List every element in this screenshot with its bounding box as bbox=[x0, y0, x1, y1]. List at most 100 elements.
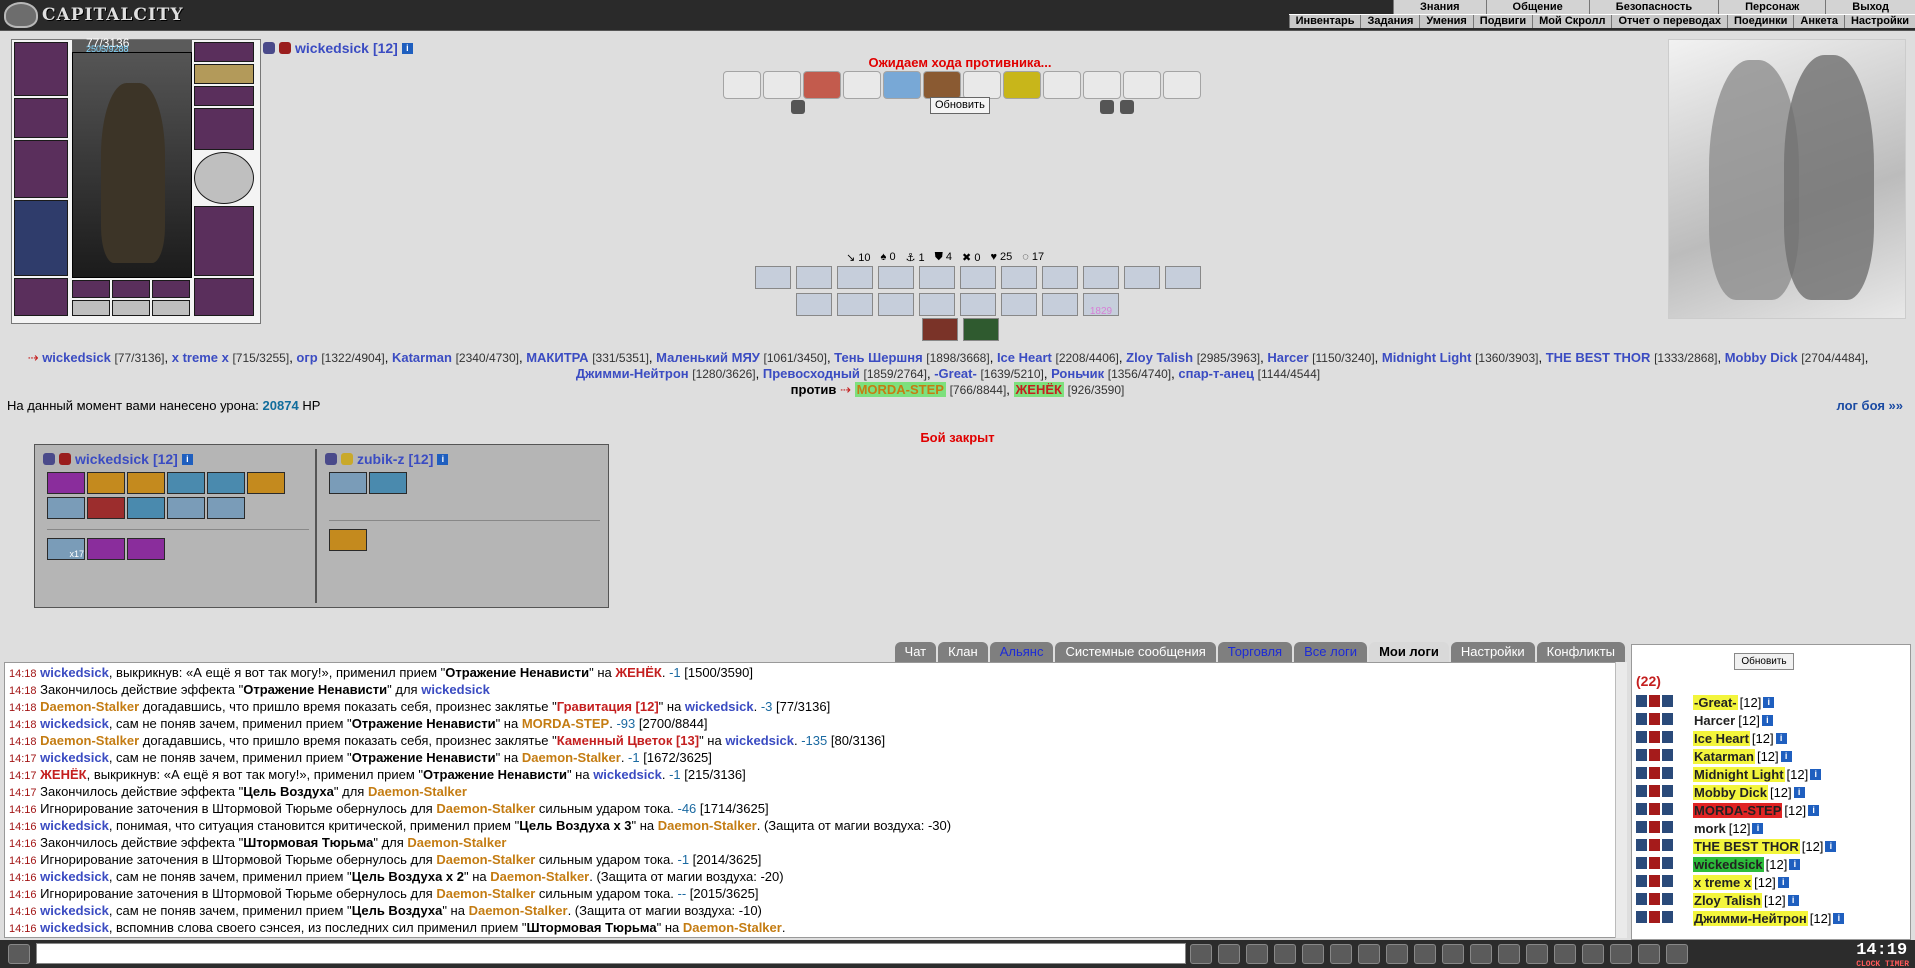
info-icon[interactable]: i bbox=[1825, 840, 1837, 852]
submenu-settings[interactable]: Настройки bbox=[1843, 15, 1915, 28]
empty-slot-3[interactable] bbox=[152, 300, 190, 316]
menu-security[interactable]: Безопасность bbox=[1588, 0, 1718, 14]
book-icon[interactable] bbox=[1358, 944, 1380, 964]
smile-icon[interactable] bbox=[1386, 944, 1408, 964]
tactic-icon[interactable] bbox=[878, 293, 914, 316]
tab-clan[interactable]: Клан bbox=[938, 642, 988, 662]
online-player-name[interactable]: Katarman bbox=[1693, 748, 1755, 764]
effect-icon[interactable] bbox=[369, 472, 407, 494]
bracer-slot[interactable] bbox=[14, 98, 68, 138]
log-fragment[interactable]: MORDA-STEP bbox=[558, 937, 645, 938]
scroll-slot[interactable] bbox=[1003, 71, 1041, 99]
tactic-icon[interactable]: 1829 bbox=[1083, 293, 1119, 317]
battle-log[interactable]: 14:18 wickedsick, выкрикнув: «А ещё я во… bbox=[4, 662, 1617, 938]
tactic-icon[interactable] bbox=[796, 293, 832, 316]
log-fragment[interactable]: Daemon-Stalker bbox=[407, 835, 506, 850]
team-member-name[interactable]: огр bbox=[296, 350, 317, 365]
bag-icon[interactable] bbox=[1498, 944, 1520, 964]
shield-icon[interactable] bbox=[1100, 100, 1114, 114]
scroll-slot[interactable] bbox=[883, 71, 921, 99]
effect-icon[interactable] bbox=[47, 472, 85, 494]
info-icon[interactable]: i bbox=[1761, 714, 1773, 726]
empty-slot-2[interactable] bbox=[112, 300, 150, 316]
chest-icon[interactable] bbox=[1526, 944, 1548, 964]
online-player-name[interactable]: Harcer bbox=[1693, 713, 1736, 728]
info-icon[interactable]: i bbox=[181, 453, 193, 465]
log-fragment[interactable]: wickedsick bbox=[40, 937, 109, 938]
log-fragment[interactable]: Daemon-Stalker bbox=[490, 869, 589, 884]
logo[interactable]: CAPITALCITY bbox=[4, 2, 184, 28]
online-player-name[interactable]: mork bbox=[1693, 821, 1727, 836]
submenu-feats[interactable]: Подвиги bbox=[1472, 15, 1532, 28]
tactic-icon[interactable] bbox=[878, 266, 914, 289]
flask-icon[interactable] bbox=[1470, 944, 1492, 964]
shield-icon[interactable] bbox=[791, 100, 805, 114]
refresh-button[interactable]: Обновить bbox=[930, 97, 990, 114]
save-icon[interactable] bbox=[1274, 944, 1296, 964]
online-player-row[interactable]: x treme x [12] i bbox=[1636, 873, 1892, 891]
shield-icon[interactable] bbox=[1638, 944, 1660, 964]
info-icon[interactable]: i bbox=[1789, 858, 1801, 870]
log-fragment[interactable]: MORDA-STEP bbox=[522, 716, 609, 731]
online-player-row[interactable]: Zloy Talish [12] i bbox=[1636, 891, 1892, 909]
info-icon[interactable]: i bbox=[1833, 912, 1845, 924]
team-member-name[interactable]: x treme x bbox=[172, 350, 229, 365]
log-fragment[interactable]: ЖЕНЁК bbox=[615, 665, 661, 680]
online-player-name[interactable]: MORDA-STEP bbox=[1693, 802, 1783, 818]
empty-slot-1[interactable] bbox=[72, 300, 110, 316]
tactic-icon[interactable] bbox=[1165, 266, 1201, 289]
team-member-name[interactable]: Mobby Dick bbox=[1725, 350, 1798, 365]
effect-icon[interactable] bbox=[207, 497, 245, 519]
rune-slot-2[interactable] bbox=[112, 280, 150, 298]
log-fragment[interactable]: wickedsick bbox=[725, 733, 794, 748]
info-icon[interactable]: i bbox=[437, 453, 449, 465]
scroll-slot[interactable] bbox=[843, 71, 881, 99]
online-player-row[interactable]: Midnight Light [12] i bbox=[1636, 765, 1892, 783]
team-member-name[interactable]: Джимми-Нейтрон bbox=[576, 366, 689, 381]
info-icon[interactable]: i bbox=[1777, 876, 1789, 888]
tab-my-logs[interactable]: Мои логи bbox=[1369, 642, 1449, 662]
tactic-icon[interactable] bbox=[1124, 266, 1160, 289]
helmet-icon[interactable] bbox=[1414, 944, 1436, 964]
log-fragment[interactable]: wickedsick bbox=[40, 869, 109, 884]
scroll-slot[interactable] bbox=[923, 71, 961, 99]
team-member-name[interactable]: Zloy Talish bbox=[1126, 350, 1193, 365]
tactic-icon[interactable] bbox=[1001, 293, 1037, 316]
scroll-icon[interactable] bbox=[1554, 944, 1576, 964]
enemy-name[interactable]: ЖЕНЁК bbox=[1013, 382, 1064, 397]
scroll-slot[interactable] bbox=[1043, 71, 1081, 99]
effect-icon[interactable] bbox=[127, 472, 165, 494]
submenu-inventory[interactable]: Инвентарь bbox=[1288, 15, 1361, 28]
log-fragment[interactable]: ЖЕНЁК bbox=[40, 767, 86, 782]
fighter-icon[interactable] bbox=[1302, 944, 1324, 964]
log-fragment[interactable]: Daemon-Stalker bbox=[40, 699, 139, 714]
tactic-icon[interactable] bbox=[1042, 293, 1078, 316]
info-icon[interactable]: i bbox=[1808, 804, 1820, 816]
gloves-slot[interactable] bbox=[194, 108, 254, 150]
battle-log-link[interactable]: лог боя »» bbox=[1836, 398, 1903, 413]
tactic-icon[interactable] bbox=[755, 266, 791, 289]
info-icon[interactable]: i bbox=[1793, 786, 1805, 798]
team-member-name[interactable]: THE BEST THOR bbox=[1546, 350, 1651, 365]
tab-chat[interactable]: Чат bbox=[894, 642, 937, 662]
online-player-row[interactable]: mork [12] i bbox=[1636, 819, 1892, 837]
info-icon[interactable]: i bbox=[1775, 732, 1787, 744]
log-fragment[interactable]: wickedsick bbox=[421, 682, 490, 697]
scroll-slot[interactable] bbox=[763, 71, 801, 99]
tactic-icon[interactable] bbox=[796, 266, 832, 289]
tactic-icon[interactable] bbox=[837, 266, 873, 289]
team-member-name[interactable]: Роньчик bbox=[1051, 366, 1104, 381]
menu-character[interactable]: Персонаж bbox=[1718, 0, 1825, 14]
tab-conflicts[interactable]: Конфликты bbox=[1536, 642, 1625, 662]
online-player-name[interactable]: Zloy Talish bbox=[1693, 892, 1762, 908]
effect-icon[interactable] bbox=[87, 472, 125, 494]
emoticon-icon[interactable] bbox=[8, 944, 30, 964]
skull-icon[interactable] bbox=[1610, 944, 1632, 964]
team-member-name[interactable]: спар-т-анец bbox=[1178, 366, 1254, 381]
effect-icon[interactable] bbox=[247, 472, 285, 494]
player-nick[interactable]: wickedsick bbox=[295, 40, 369, 56]
armor-slot[interactable] bbox=[14, 200, 68, 276]
online-player-row[interactable]: Mobby Dick [12] i bbox=[1636, 783, 1892, 801]
potion-icon[interactable] bbox=[1442, 944, 1464, 964]
effect-icon[interactable] bbox=[47, 497, 85, 519]
